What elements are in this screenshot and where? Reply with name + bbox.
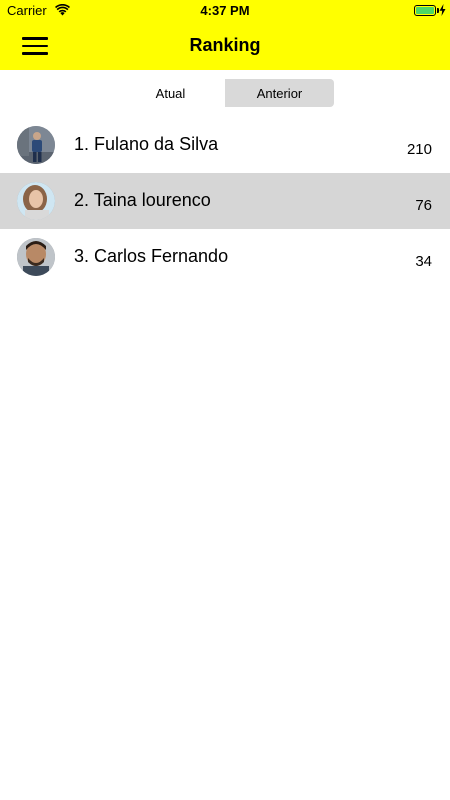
ranking-row[interactable]: 2. Taina lourenco 76: [0, 173, 450, 229]
player-name: 2. Taina lourenco: [74, 190, 211, 210]
player-name: 3. Carlos Fernando: [74, 246, 229, 266]
ranking-list: 1. Fulano da Silva 210 2. Taina lourenco…: [0, 117, 450, 285]
person-photo-icon: [17, 238, 55, 276]
battery-level: [416, 7, 434, 14]
player-name: 1. Fulano da Silva: [74, 134, 219, 154]
charging-bolt-icon: [439, 4, 446, 16]
header-bar: Carrier 4:37 PM Ranking: [0, 0, 450, 70]
person-photo-icon: [17, 182, 55, 220]
ranking-row[interactable]: 3. Carlos Fernando 34: [0, 229, 450, 285]
period-segmented-control: Atual Anterior: [116, 79, 334, 107]
player-score: 210: [406, 141, 432, 158]
player-score: 34: [415, 253, 432, 270]
tab-atual[interactable]: Atual: [116, 79, 225, 107]
battery-icon: [414, 5, 436, 16]
page-title: Ranking: [189, 35, 261, 55]
avatar: [17, 238, 55, 276]
app-screen: Carrier 4:37 PM Ranking Atual Anterior 1…: [0, 0, 450, 800]
avatar: [17, 126, 55, 164]
player-score: 76: [415, 197, 432, 214]
clock-time: 4:37 PM: [200, 3, 250, 18]
avatar: [17, 182, 55, 220]
tab-anterior[interactable]: Anterior: [225, 79, 334, 107]
status-bar: Carrier 4:37 PM: [0, 0, 450, 22]
person-photo-icon: [17, 126, 55, 164]
ranking-row[interactable]: 1. Fulano da Silva 210: [0, 117, 450, 173]
